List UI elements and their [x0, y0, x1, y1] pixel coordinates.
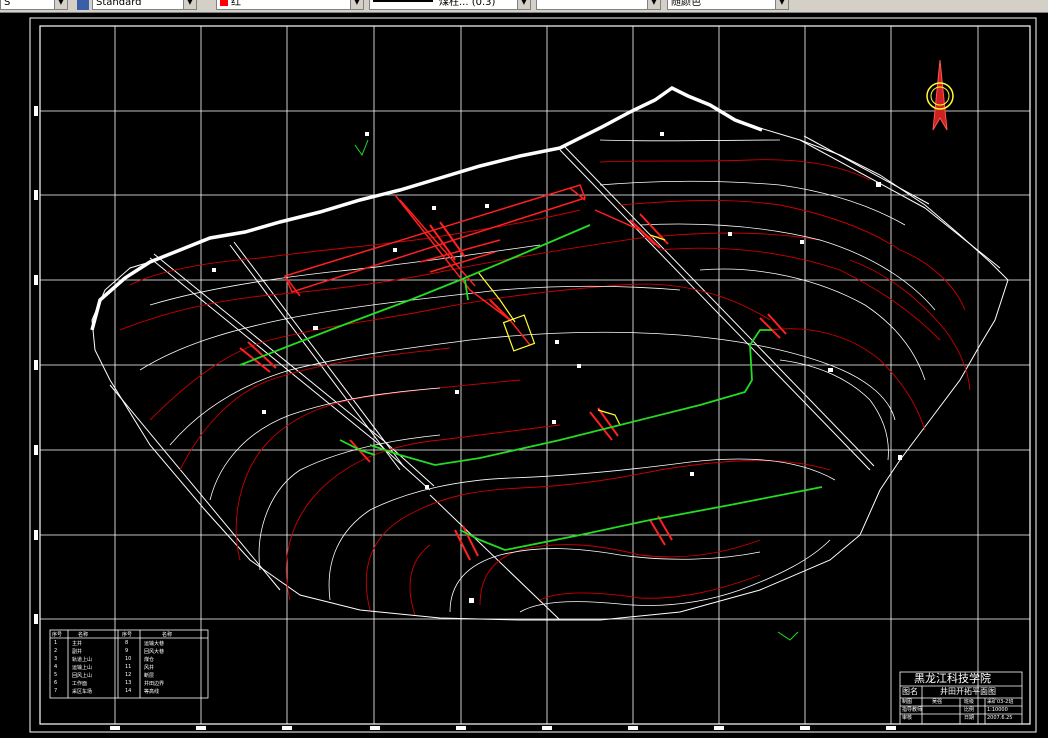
textstyle-value: Standard	[96, 0, 142, 8]
drawing-name-label: 图名	[902, 687, 918, 696]
dimstyle-value: S	[4, 0, 11, 8]
color-dropdown[interactable]: 红 ▼	[216, 0, 364, 10]
legend-row: 2 副井 9 回风大巷	[54, 648, 165, 655]
coordinate-grid	[40, 26, 1030, 724]
mine-field-boundary	[91, 127, 1009, 621]
linetype-preview	[373, 0, 433, 2]
plotstyle-dropdown[interactable]: 随颜色 ▼	[667, 0, 789, 10]
drawing-frame-outer	[29, 17, 1037, 733]
legend-header: 序号	[52, 632, 63, 638]
color-value: 红	[231, 0, 241, 8]
chevron-down-icon[interactable]: ▼	[517, 0, 530, 9]
color-swatch	[220, 0, 228, 6]
legend-header-row: 序号 名称 序号 名称	[50, 630, 208, 638]
textstyle-dropdown[interactable]: Standard ▼	[92, 0, 197, 10]
cad-drawing[interactable]	[0, 12, 1048, 734]
legend-row: 5 回风上山 12 断层	[54, 672, 155, 679]
legend-header: 名称	[162, 632, 173, 638]
red-contours	[119, 159, 971, 616]
survey-mark	[354, 139, 369, 157]
shaft-markers	[239, 213, 787, 561]
institution-name: 黑龙江科技学院	[914, 672, 991, 685]
legend-row: 7 采区车场 14 等高线	[54, 688, 160, 695]
legend-row: 3 轨道上山 10 煤仓	[54, 656, 155, 663]
chevron-down-icon[interactable]: ▼	[775, 0, 788, 9]
legend-row: 4 运输上山 11 风井	[54, 664, 155, 671]
north-arrow-icon	[926, 59, 954, 131]
textstyle-icon	[77, 0, 89, 10]
chevron-down-icon[interactable]: ▼	[183, 0, 196, 9]
drawing-canvas[interactable]	[0, 12, 1048, 734]
dimstyle-dropdown[interactable]: S ▼	[0, 0, 68, 10]
yellow-structures	[477, 234, 666, 426]
chevron-down-icon[interactable]: ▼	[647, 0, 660, 9]
faults	[109, 135, 1001, 621]
legend-header: 序号	[122, 632, 133, 638]
survey-mark	[777, 631, 799, 641]
chevron-down-icon[interactable]: ▼	[350, 0, 363, 9]
title-block: 黑龙江科技学院 图名 井田开拓平面图 制图 吴强 班级 采矿03-2班 指导教师…	[902, 672, 1014, 721]
legend-row: 1 主井 8 运输大巷	[54, 640, 165, 647]
plotstyle-value: 随颜色	[671, 0, 701, 8]
chevron-down-icon[interactable]: ▼	[54, 0, 67, 9]
legend-header: 名称	[78, 632, 89, 638]
legend-row: 6 工作面 13 井田边界	[54, 680, 165, 687]
surface-facilities	[283, 184, 656, 346]
linetype-dropdown[interactable]: 煤柱... (0.3) ▼	[369, 0, 531, 10]
legend-table: 序号 名称 序号 名称 1 主井 8 运输大巷 2 副井 9 回风大巷 3 轨道…	[50, 630, 208, 698]
drawing-name: 井田开拓平面图	[940, 687, 996, 696]
linetype-value: 煤柱... (0.3)	[439, 0, 496, 8]
lineweight-dropdown[interactable]: ▼	[536, 0, 661, 10]
white-contours	[139, 139, 936, 613]
green-roadways	[239, 224, 823, 551]
